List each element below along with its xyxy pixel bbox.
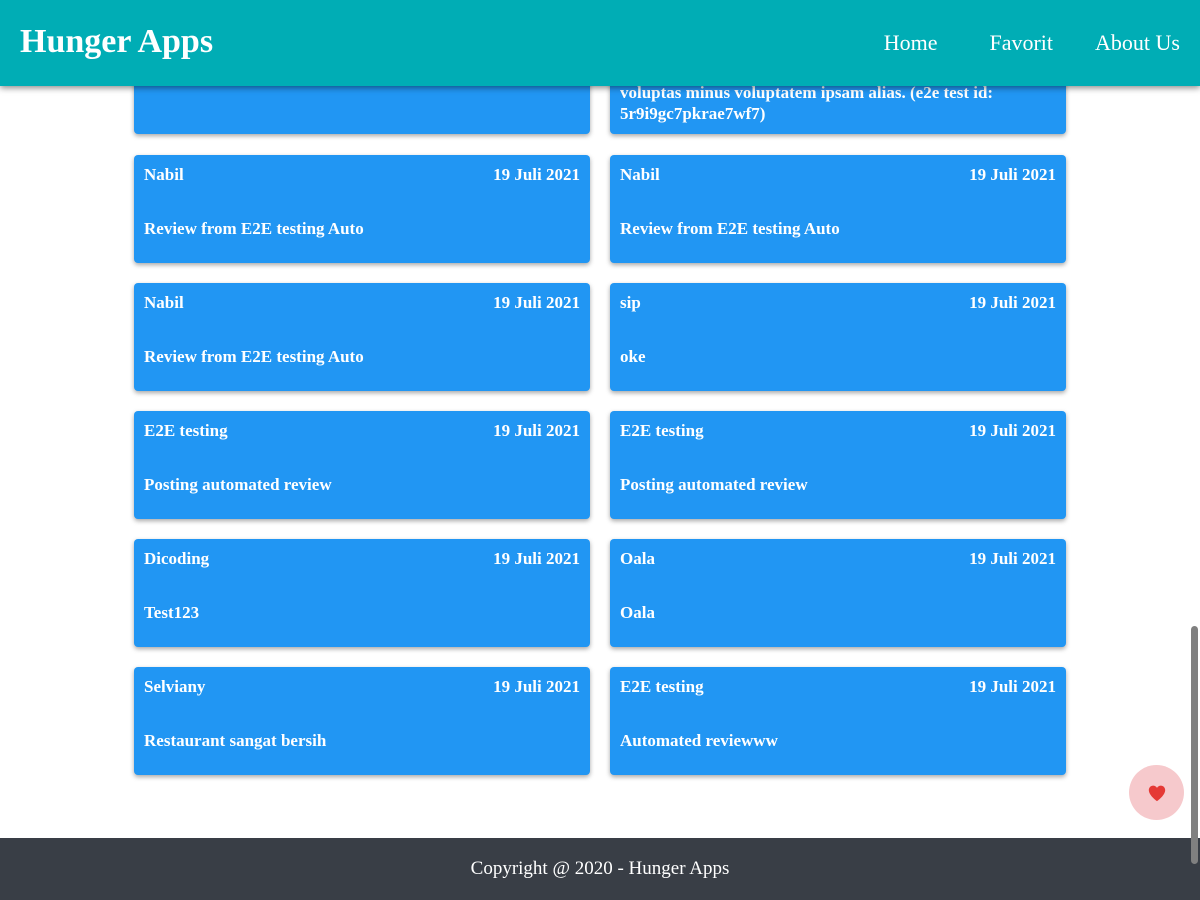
- review-text: Review from E2E testing Auto: [620, 219, 840, 238]
- review-card: E2E testing 19 Juli 2021 Posting automat…: [134, 411, 590, 519]
- reviewer-name: sip: [620, 293, 641, 312]
- review-text: Oala: [620, 603, 655, 622]
- nav-about-link[interactable]: About Us: [1095, 28, 1180, 58]
- review-date: 19 Juli 2021: [969, 293, 1056, 312]
- review-card: Dicoding 19 Juli 2021 Test123: [134, 539, 590, 647]
- reviewer-name: E2E testing: [144, 421, 228, 440]
- review-date: 19 Juli 2021: [969, 677, 1056, 696]
- review-date: 19 Juli 2021: [493, 677, 580, 696]
- main-nav: Home Favorit About Us: [884, 28, 1180, 58]
- heart-icon: [1148, 785, 1165, 801]
- review-date: 19 Juli 2021: [493, 549, 580, 568]
- review-card: Nabil 19 Juli 2021 Review from E2E testi…: [610, 155, 1066, 263]
- brand-title[interactable]: Hunger Apps: [20, 22, 213, 62]
- review-card: sip 19 Juli 2021 oke: [610, 283, 1066, 391]
- review-text: Review from E2E testing Auto: [144, 347, 364, 366]
- nav-home-link[interactable]: Home: [884, 28, 938, 58]
- page-footer: Copyright @ 2020 - Hunger Apps: [0, 838, 1200, 900]
- review-date: 19 Juli 2021: [493, 421, 580, 440]
- nav-favorit-link[interactable]: Favorit: [989, 28, 1053, 58]
- reviewer-name: Nabil: [620, 165, 660, 184]
- review-text: Restaurant sangat bersih: [144, 731, 327, 750]
- reviewer-name: Oala: [620, 549, 655, 568]
- scrollbar-thumb[interactable]: [1191, 626, 1198, 864]
- review-text: Posting automated review: [620, 475, 808, 494]
- review-date: 19 Juli 2021: [493, 293, 580, 312]
- review-card: Nabil 19 Juli 2021 Review from E2E testi…: [134, 155, 590, 263]
- reviewer-name: Selviany: [144, 677, 206, 696]
- review-card: Selviany 19 Juli 2021 Restaurant sangat …: [134, 667, 590, 775]
- review-card: E2E testing 19 Juli 2021 Automated revie…: [610, 667, 1066, 775]
- reviewer-name: Nabil: [144, 165, 184, 184]
- footer-copyright: Copyright @ 2020 - Hunger Apps: [470, 858, 730, 879]
- review-card: Nabil 19 Juli 2021 Review from E2E testi…: [134, 283, 590, 391]
- review-date: 19 Juli 2021: [969, 165, 1056, 184]
- review-date: 19 Juli 2021: [969, 421, 1056, 440]
- review-card: E2E testing 19 Juli 2021 Posting automat…: [610, 411, 1066, 519]
- reviewer-name: E2E testing: [620, 677, 704, 696]
- review-text: voluptas minus voluptatem ipsam alias. (…: [620, 83, 994, 123]
- review-date: 19 Juli 2021: [493, 165, 580, 184]
- reviewer-name: Dicoding: [144, 549, 210, 568]
- review-date: 19 Juli 2021: [969, 549, 1056, 568]
- favorite-button[interactable]: [1129, 765, 1184, 820]
- review-text: Posting automated review: [144, 475, 332, 494]
- reviewer-name: Nabil: [144, 293, 184, 312]
- review-card: Oala 19 Juli 2021 Oala: [610, 539, 1066, 647]
- review-text: oke: [620, 347, 646, 366]
- review-text: Review from E2E testing Auto: [144, 219, 364, 238]
- app-header: Hunger Apps Home Favorit About Us: [0, 0, 1200, 86]
- review-text: Test123: [144, 603, 200, 622]
- review-text: Automated reviewww: [620, 731, 778, 750]
- reviewer-name: E2E testing: [620, 421, 704, 440]
